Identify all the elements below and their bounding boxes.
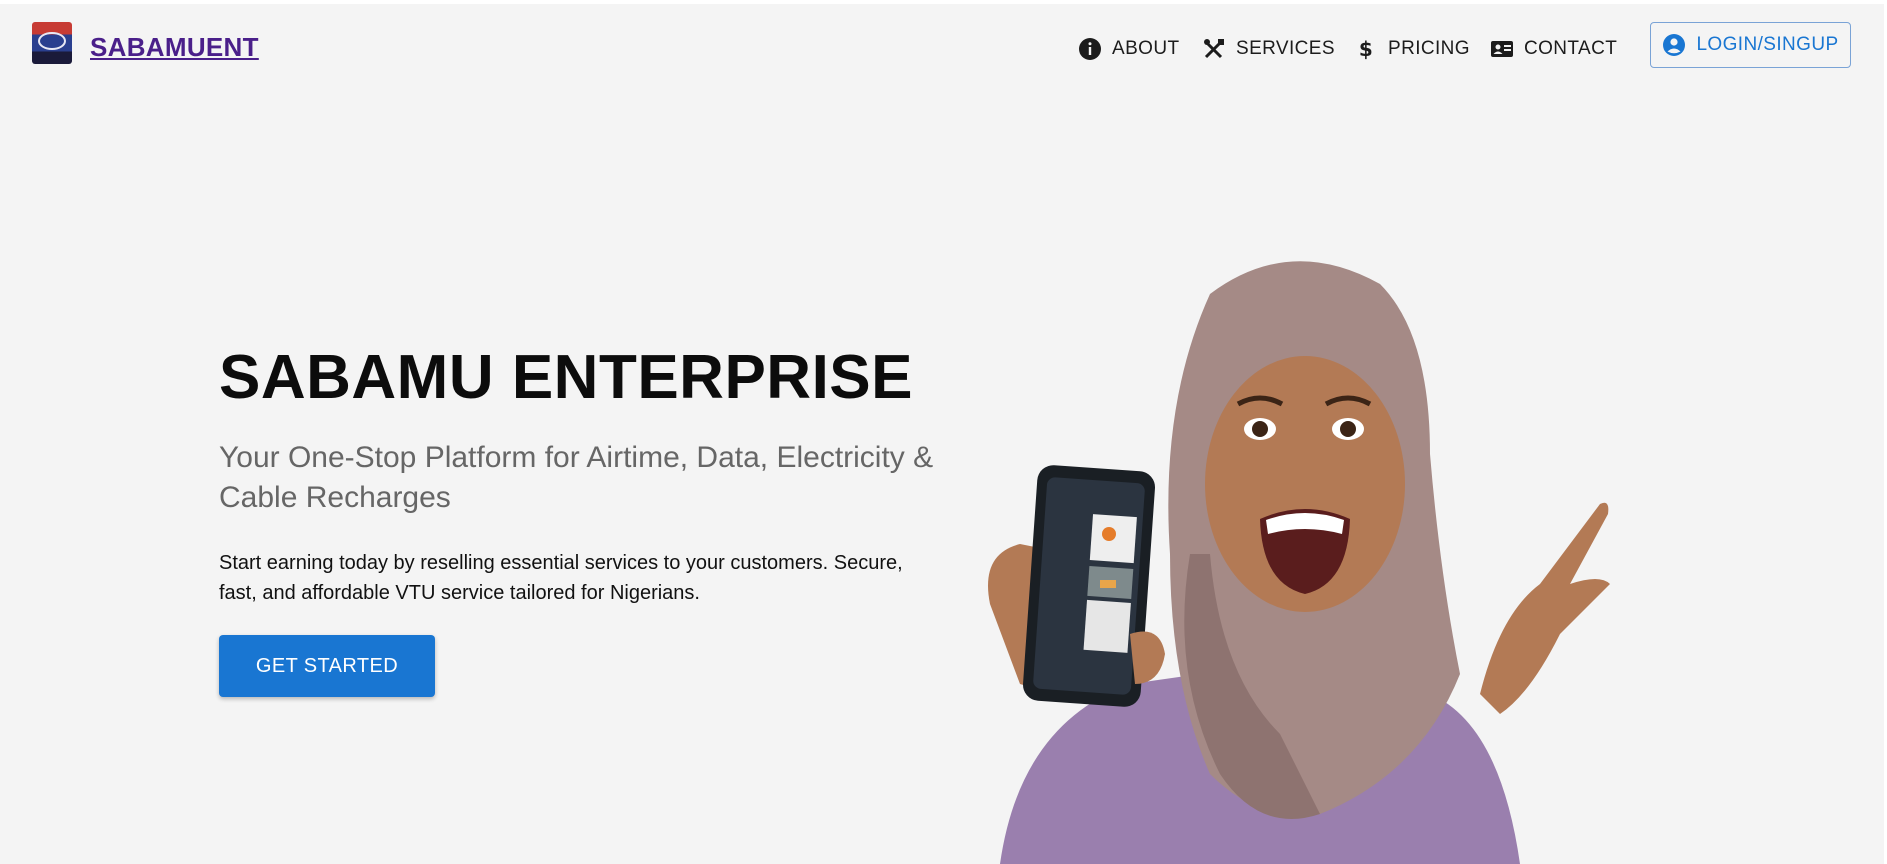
dollar-icon: $ (1359, 37, 1373, 61)
nav-pricing-label: PRICING (1388, 38, 1470, 59)
nav-services-label: SERVICES (1236, 38, 1335, 59)
nav-contact[interactable]: CONTACT (1490, 34, 1617, 64)
hero-woman-with-phone-image (988, 261, 1610, 864)
info-icon (1079, 38, 1101, 60)
top-navbar: SABAMUENT ABOUT SERVICES $ PRICING CONTA… (0, 4, 1884, 88)
hero-title: SABAMU ENTERPRISE (219, 343, 914, 412)
get-started-button[interactable]: GET STARTED (219, 635, 435, 697)
nav-pricing[interactable]: $ PRICING (1354, 34, 1470, 64)
login-signup-label: LOGIN/SINGUP (1696, 34, 1839, 55)
tools-icon (1204, 39, 1224, 59)
login-signup-button[interactable]: LOGIN/SINGUP (1650, 22, 1851, 68)
svg-text:$: $ (1359, 37, 1373, 61)
nav-about[interactable]: ABOUT (1078, 34, 1179, 64)
brand-logo-icon[interactable] (32, 22, 72, 64)
nav-contact-label: CONTACT (1524, 38, 1618, 59)
hero-description: Start earning today by reselling essenti… (219, 552, 903, 604)
nav-about-label: ABOUT (1112, 38, 1180, 59)
account-circle-icon (1663, 34, 1686, 56)
landing-page: SABAMUENT ABOUT SERVICES $ PRICING CONTA… (0, 4, 1884, 864)
hero-subtitle: Your One-Stop Platform for Airtime, Data… (219, 441, 934, 514)
contact-card-icon (1491, 41, 1513, 57)
brand-link[interactable]: SABAMUENT (90, 32, 259, 63)
nav-services[interactable]: SERVICES (1202, 34, 1335, 64)
